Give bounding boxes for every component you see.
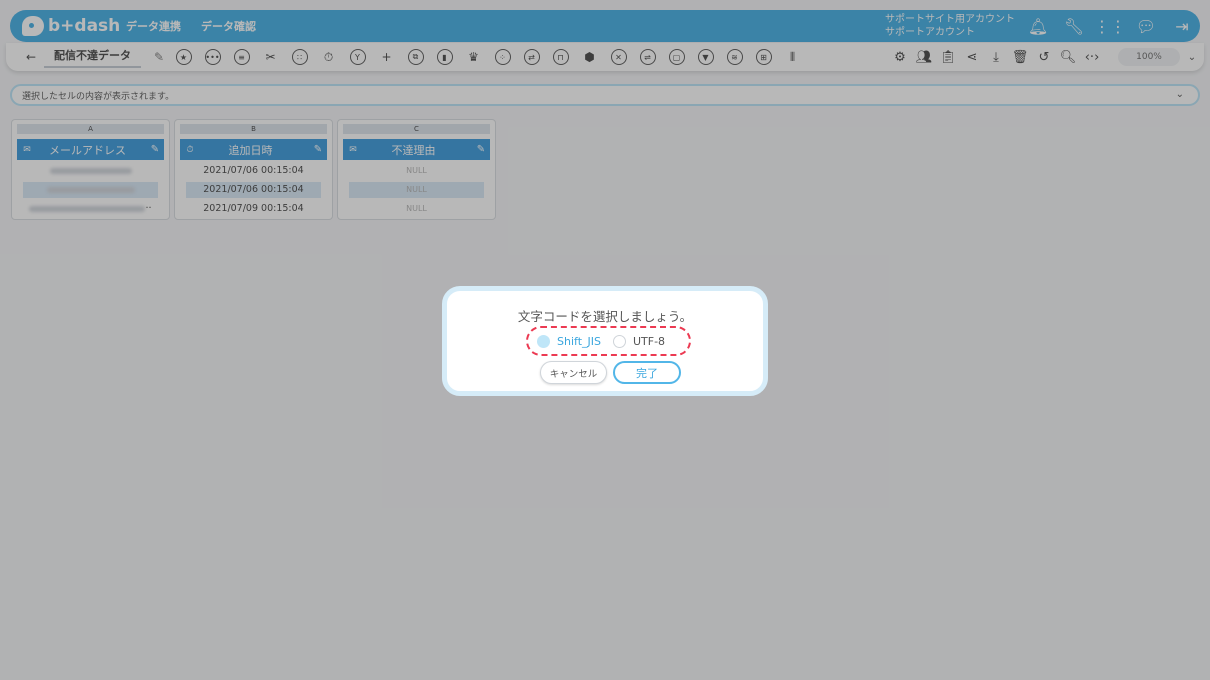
encoding-options: Shift_JIS UTF-8: [526, 326, 691, 356]
done-button[interactable]: 完了: [613, 361, 681, 384]
dialog-title: 文字コードを選択しましょう。: [517, 309, 693, 324]
cancel-button[interactable]: キャンセル: [540, 361, 607, 384]
radio-selected-icon[interactable]: [537, 334, 550, 348]
radio-unselected-icon[interactable]: [612, 334, 626, 348]
radio-label: UTF-8: [632, 334, 666, 348]
radio-label: Shift_JIS: [557, 334, 601, 348]
radio-utf8[interactable]: UTF-8: [612, 334, 666, 348]
radio-shift-jis[interactable]: Shift_JIS: [537, 334, 601, 348]
encoding-dialog: 文字コードを選択しましょう。 Shift_JIS UTF-8 キャンセル 完了: [442, 286, 768, 396]
